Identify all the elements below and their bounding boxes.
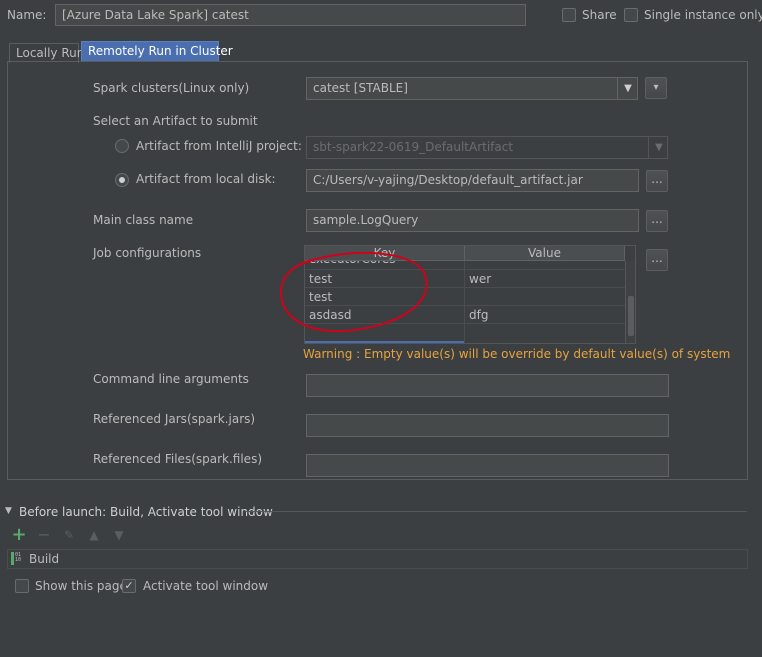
table-row-value[interactable]: dfg xyxy=(465,306,623,324)
move-down-icon[interactable]: ▼ xyxy=(111,527,127,543)
artifact-from-project-label: Artifact from IntelliJ project: xyxy=(136,139,302,153)
project-artifact-select[interactable]: sbt-spark22-0619_DefaultArtifact xyxy=(306,136,668,159)
scrollbar-thumb[interactable] xyxy=(628,296,634,336)
select-artifact-label: Select an Artifact to submit xyxy=(93,114,258,128)
share-label: Share xyxy=(582,8,617,22)
value-column-header[interactable]: Value xyxy=(464,246,625,261)
referenced-files-label: Referenced Files(spark.files) xyxy=(93,452,263,466)
spark-clusters-label: Spark clusters(Linux only) xyxy=(93,81,250,95)
browse-main-class-button[interactable]: ... xyxy=(646,210,668,232)
single-instance-checkbox[interactable] xyxy=(624,8,638,22)
main-class-label: Main class name xyxy=(93,213,194,227)
artifact-from-project-radio[interactable] xyxy=(115,139,129,153)
artifact-from-disk-label: Artifact from local disk: xyxy=(136,172,276,186)
command-line-args-field[interactable] xyxy=(306,374,669,397)
build-list-item[interactable]: Build xyxy=(29,552,59,567)
browse-artifact-button[interactable]: ... xyxy=(646,170,668,192)
chevron-down-icon[interactable]: ▼ xyxy=(617,78,638,99)
show-page-label: Show this page xyxy=(35,579,127,593)
artifact-from-disk-radio[interactable] xyxy=(115,173,129,187)
before-launch-title: Before launch: Build, Activate tool wind… xyxy=(19,505,273,519)
build-icon: 01 10 xyxy=(11,552,23,566)
table-scrollbar[interactable] xyxy=(625,261,635,343)
referenced-jars-field[interactable] xyxy=(306,414,669,437)
name-field[interactable]: [Azure Data Lake Spark] catest xyxy=(55,4,526,26)
annotation-circle xyxy=(279,251,428,333)
edit-job-config-button[interactable]: ... xyxy=(646,249,668,271)
name-label: Name: xyxy=(7,8,47,22)
main-class-field[interactable]: sample.LogQuery xyxy=(306,209,639,232)
chevron-down-icon: ▼ xyxy=(648,137,669,158)
referenced-files-field[interactable] xyxy=(306,454,669,477)
edit-icon[interactable]: ✎ xyxy=(61,527,77,543)
warning-message: Warning : Empty value(s) will be overrid… xyxy=(303,347,731,361)
checkmark-icon: ✓ xyxy=(124,579,134,592)
artifact-path-field[interactable]: C:/Users/v-yajing/Desktop/default_artifa… xyxy=(306,169,639,192)
remove-icon[interactable]: − xyxy=(36,527,52,543)
spark-cluster-selected: catest [STABLE] xyxy=(313,81,408,95)
divider xyxy=(245,511,747,512)
triangle-down-icon: ▾ xyxy=(653,82,659,93)
tab-locally-run[interactable]: Locally Run xyxy=(9,43,84,63)
cluster-dropdown-button[interactable]: ▾ xyxy=(645,77,667,99)
command-line-args-label: Command line arguments xyxy=(93,372,249,386)
job-configurations-label: Job configurations xyxy=(93,246,202,260)
table-row-value[interactable]: wer xyxy=(465,270,623,288)
activate-tool-window-label: Activate tool window xyxy=(143,579,269,593)
move-up-icon[interactable]: ▲ xyxy=(86,527,102,543)
spark-cluster-select[interactable]: catest [STABLE] xyxy=(306,77,638,100)
collapse-triangle-icon[interactable]: ▼ xyxy=(5,505,12,517)
table-row-value[interactable] xyxy=(465,288,623,306)
share-checkbox[interactable] xyxy=(562,8,576,22)
activate-tool-window-checkbox[interactable]: ✓ xyxy=(122,579,136,593)
project-artifact-value: sbt-spark22-0619_DefaultArtifact xyxy=(313,140,514,154)
referenced-jars-label: Referenced Jars(spark.jars) xyxy=(93,412,256,426)
before-launch-list: 01 10 Build xyxy=(7,549,748,569)
single-instance-label: Single instance only xyxy=(644,8,762,22)
tab-remotely-run[interactable]: Remotely Run in Cluster xyxy=(81,41,233,62)
show-page-checkbox[interactable] xyxy=(15,579,29,593)
add-icon[interactable]: + xyxy=(11,526,27,544)
